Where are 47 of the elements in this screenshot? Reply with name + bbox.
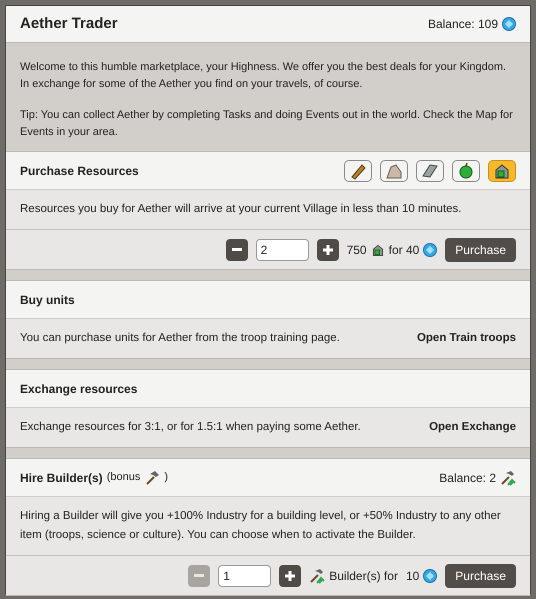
section-description: Hiring a Builder will give you +100% Industry for a building level, or +50% Industry to any other item (troops, science or culture). You can choose when to activate the Builder.: [20, 509, 502, 543]
bonus-label: (bonus: [106, 470, 140, 486]
section-title: Hire Builder(s): [20, 470, 103, 486]
section-description: You can purchase units for Aether from the troop training page.: [20, 331, 340, 346]
unit-label: Builder(s) for: [329, 568, 398, 584]
bonus-label: ): [164, 470, 168, 486]
resource-tab[interactable]: [488, 160, 516, 182]
price-label: for 40: [388, 242, 420, 258]
purchase-button[interactable]: Purchase: [445, 238, 516, 262]
gem-icon: [502, 17, 516, 31]
window-title: Aether Trader: [20, 14, 118, 34]
ingot-icon: [421, 162, 439, 180]
apple-icon: [457, 162, 475, 180]
hammer-icon: [500, 470, 516, 486]
quantity-field[interactable]: 1: [218, 564, 272, 586]
gem-icon: [423, 568, 438, 582]
section-description: Resources you buy for Aether will arrive at your current Village in less than 10 minutes.: [20, 202, 462, 217]
hammer-icon: [309, 568, 326, 584]
intro-text: Welcome to this humble marketplace, your Highness. We offer you the best deals for your Kingdom. In exchange for some of the Aether you find on your travels, of course.: [20, 60, 508, 92]
resource-tab[interactable]: [344, 160, 372, 182]
balance-label: Balance: 109: [428, 16, 498, 33]
open-link[interactable]: Open Exchange: [429, 418, 516, 437]
open-link[interactable]: Open Train troops: [416, 329, 516, 348]
intro-text: Tip: You can collect Aether by completing Tasks and doing Events out in the world. Check the Map for Events in your area.: [20, 108, 514, 140]
plus-button[interactable]: [316, 238, 339, 260]
quantity-field[interactable]: 2: [256, 238, 309, 260]
hammer-icon: [144, 470, 160, 486]
section-title: Buy units: [20, 292, 75, 308]
resource-tab[interactable]: [416, 160, 444, 182]
plus-icon: [322, 244, 334, 256]
purchase-button[interactable]: Purchase: [445, 564, 516, 588]
resource-tab[interactable]: [452, 160, 480, 182]
price-label: 10: [406, 568, 420, 584]
plus-icon: [284, 570, 296, 582]
section-title: Purchase Resources: [20, 162, 139, 180]
plus-button[interactable]: [279, 564, 302, 586]
crate-icon: [370, 242, 385, 256]
crate-icon: [493, 162, 511, 180]
builder-balance: Balance: 2: [439, 470, 496, 486]
rock-icon: [385, 162, 403, 180]
minus-button[interactable]: [226, 238, 248, 260]
section-title: Exchange resources: [20, 380, 138, 398]
resource-tab[interactable]: [380, 160, 408, 182]
log-icon: [349, 162, 367, 180]
amount-label: 750: [346, 242, 367, 258]
section-description: Exchange resources for 3:1, or for 1.5:1 when paying some Aether.: [20, 420, 361, 435]
gem-icon: [423, 242, 438, 256]
